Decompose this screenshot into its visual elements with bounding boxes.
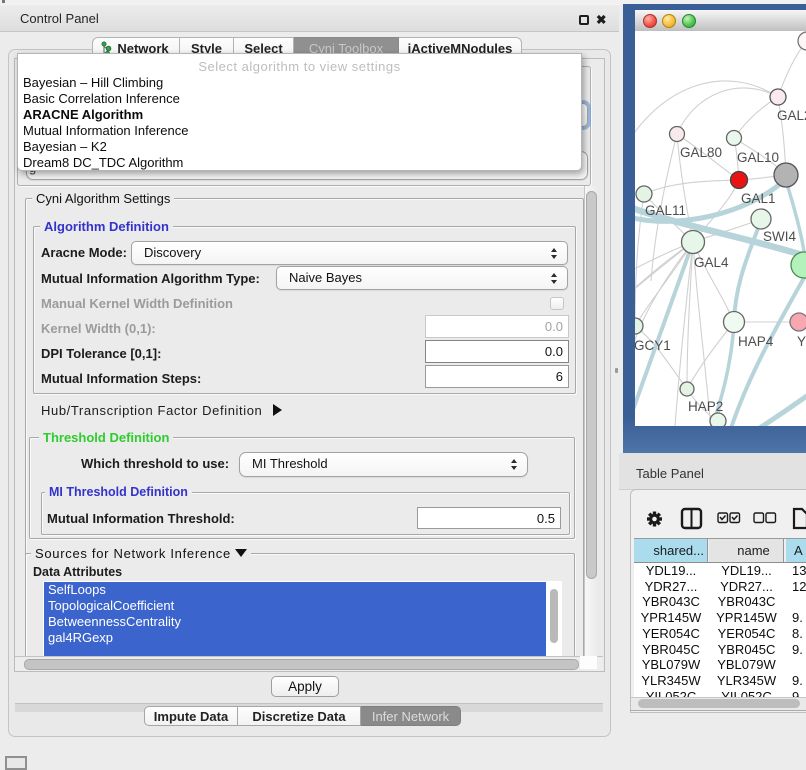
svg-text:GAL11: GAL11 [645, 203, 686, 218]
svg-text:GAL10: GAL10 [737, 150, 779, 165]
svg-text:SWI4: SWI4 [763, 229, 796, 244]
svg-text:GAL80: GAL80 [680, 145, 722, 160]
svg-text:HAP2: HAP2 [688, 399, 723, 414]
svg-text:Y: Y [797, 334, 806, 349]
svg-text:GAL1: GAL1 [741, 191, 776, 206]
svg-text:GAL4: GAL4 [694, 255, 729, 270]
svg-text:HAP4: HAP4 [738, 334, 774, 349]
svg-text:GAL2: GAL2 [777, 108, 806, 123]
svg-text:GCY1: GCY1 [635, 338, 671, 353]
